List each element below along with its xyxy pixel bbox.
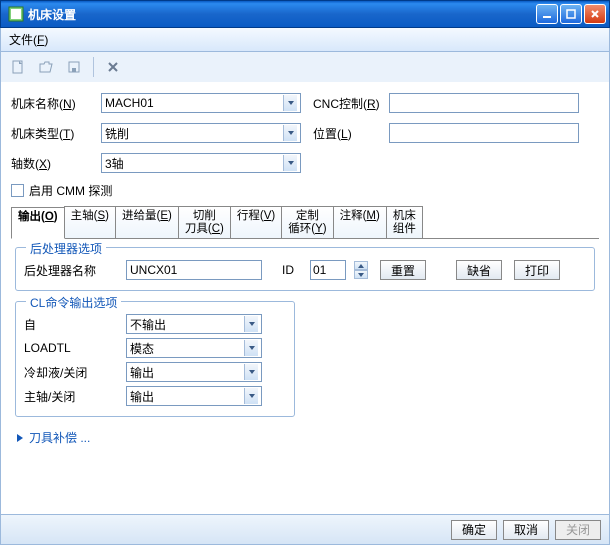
tab-3[interactable]: 切削刀具(C) — [178, 206, 231, 238]
cl-output-legend: CL命令输出选项 — [26, 294, 121, 311]
cnc-control-input[interactable] — [389, 93, 579, 113]
tabstrip: 输出(O)主轴(S)进给量(E)切削刀具(C)行程(V)定制循环(Y)注释(M)… — [11, 206, 599, 239]
machine-type-label: 机床类型(T) — [11, 125, 101, 142]
menu-file[interactable]: 文件(F) — [9, 31, 48, 48]
dialog-footer: 确定 取消 关闭 — [1, 514, 609, 544]
cl-row: 自不输出 — [24, 312, 286, 336]
chevron-down-icon — [244, 388, 258, 404]
tab-0[interactable]: 输出(O) — [11, 207, 65, 239]
spin-down-icon — [354, 270, 368, 279]
minimize-button[interactable] — [536, 4, 558, 24]
close-dialog-button: 关闭 — [555, 520, 601, 540]
cmm-label: 启用 CMM 探测 — [29, 182, 112, 199]
tab-4[interactable]: 行程(V) — [230, 206, 282, 238]
cl-row-combo[interactable]: 输出 — [126, 362, 262, 382]
default-button[interactable]: 缺省 — [456, 260, 502, 280]
machine-name-label: 机床名称(N) — [11, 95, 101, 112]
cnc-control-label: CNC控制(R) — [313, 95, 389, 112]
cl-row-combo[interactable]: 模态 — [126, 338, 262, 358]
toolbar — [0, 52, 610, 82]
tool-compensation-label: 刀具补偿 ... — [29, 429, 90, 446]
chevron-down-icon — [244, 364, 258, 380]
chevron-down-icon — [283, 95, 297, 111]
tab-output-panel: 后处理器选项 后处理器名称 ID 01 重置 缺省 打印 CL命令输出选项 自不… — [11, 239, 599, 450]
cl-output-group: CL命令输出选项 自不输出LOADTL模态冷却液/关闭输出主轴/关闭输出 — [15, 301, 295, 417]
toolbar-separator — [93, 57, 94, 77]
cancel-button[interactable]: 取消 — [503, 520, 549, 540]
post-name-label: 后处理器名称 — [24, 262, 120, 279]
tab-7[interactable]: 机床组件 — [386, 206, 423, 238]
window-title: 机床设置 — [28, 6, 534, 23]
delete-icon[interactable] — [102, 56, 124, 78]
cl-row-label: LOADTL — [24, 341, 120, 355]
axes-label: 轴数(X) — [11, 155, 101, 172]
tool-compensation-expander[interactable]: 刀具补偿 ... — [15, 429, 595, 446]
chevron-down-icon — [283, 155, 297, 171]
cl-row: 主轴/关闭输出 — [24, 384, 286, 408]
save-icon[interactable] — [63, 56, 85, 78]
cl-row-combo[interactable]: 输出 — [126, 386, 262, 406]
postprocessor-group: 后处理器选项 后处理器名称 ID 01 重置 缺省 打印 — [15, 247, 595, 291]
tab-1[interactable]: 主轴(S) — [64, 206, 116, 238]
cl-row-label: 自 — [24, 316, 120, 333]
menubar: 文件(F) — [0, 28, 610, 52]
chevron-down-icon — [283, 125, 297, 141]
post-name-input[interactable] — [126, 260, 262, 280]
ok-button[interactable]: 确定 — [451, 520, 497, 540]
app-icon — [8, 6, 24, 22]
chevron-down-icon — [244, 316, 258, 332]
location-input[interactable] — [389, 123, 579, 143]
checkbox-box — [11, 184, 24, 197]
cl-row: LOADTL 模态 — [24, 336, 286, 360]
axes-combo[interactable]: 3轴 — [101, 153, 301, 173]
machine-name-combo[interactable]: MACH01 — [101, 93, 301, 113]
tab-5[interactable]: 定制循环(Y) — [281, 206, 333, 238]
titlebar: 机床设置 — [0, 0, 610, 28]
chevron-down-icon — [244, 340, 258, 356]
spinner-buttons[interactable] — [354, 261, 368, 279]
maximize-button[interactable] — [560, 4, 582, 24]
cl-row-label: 主轴/关闭 — [24, 388, 120, 405]
dialog-body: 机床名称(N) MACH01 CNC控制(R) 机床类型(T) 铣削 位置(L)… — [0, 82, 610, 545]
close-button[interactable] — [584, 4, 606, 24]
post-id-label: ID — [282, 263, 294, 277]
location-label: 位置(L) — [313, 125, 389, 142]
new-icon[interactable] — [7, 56, 29, 78]
tab-6[interactable]: 注释(M) — [333, 206, 387, 238]
print-button[interactable]: 打印 — [514, 260, 560, 280]
postprocessor-legend: 后处理器选项 — [26, 240, 106, 257]
machine-type-combo[interactable]: 铣削 — [101, 123, 301, 143]
reset-button[interactable]: 重置 — [380, 260, 426, 280]
open-icon[interactable] — [35, 56, 57, 78]
tab-2[interactable]: 进给量(E) — [115, 206, 179, 238]
cl-row-label: 冷却液/关闭 — [24, 364, 120, 381]
cl-row-combo[interactable]: 不输出 — [126, 314, 262, 334]
spin-up-icon — [354, 261, 368, 270]
cl-row: 冷却液/关闭输出 — [24, 360, 286, 384]
cmm-checkbox[interactable]: 启用 CMM 探测 — [11, 180, 599, 200]
post-id-spinner[interactable]: 01 — [310, 260, 346, 280]
